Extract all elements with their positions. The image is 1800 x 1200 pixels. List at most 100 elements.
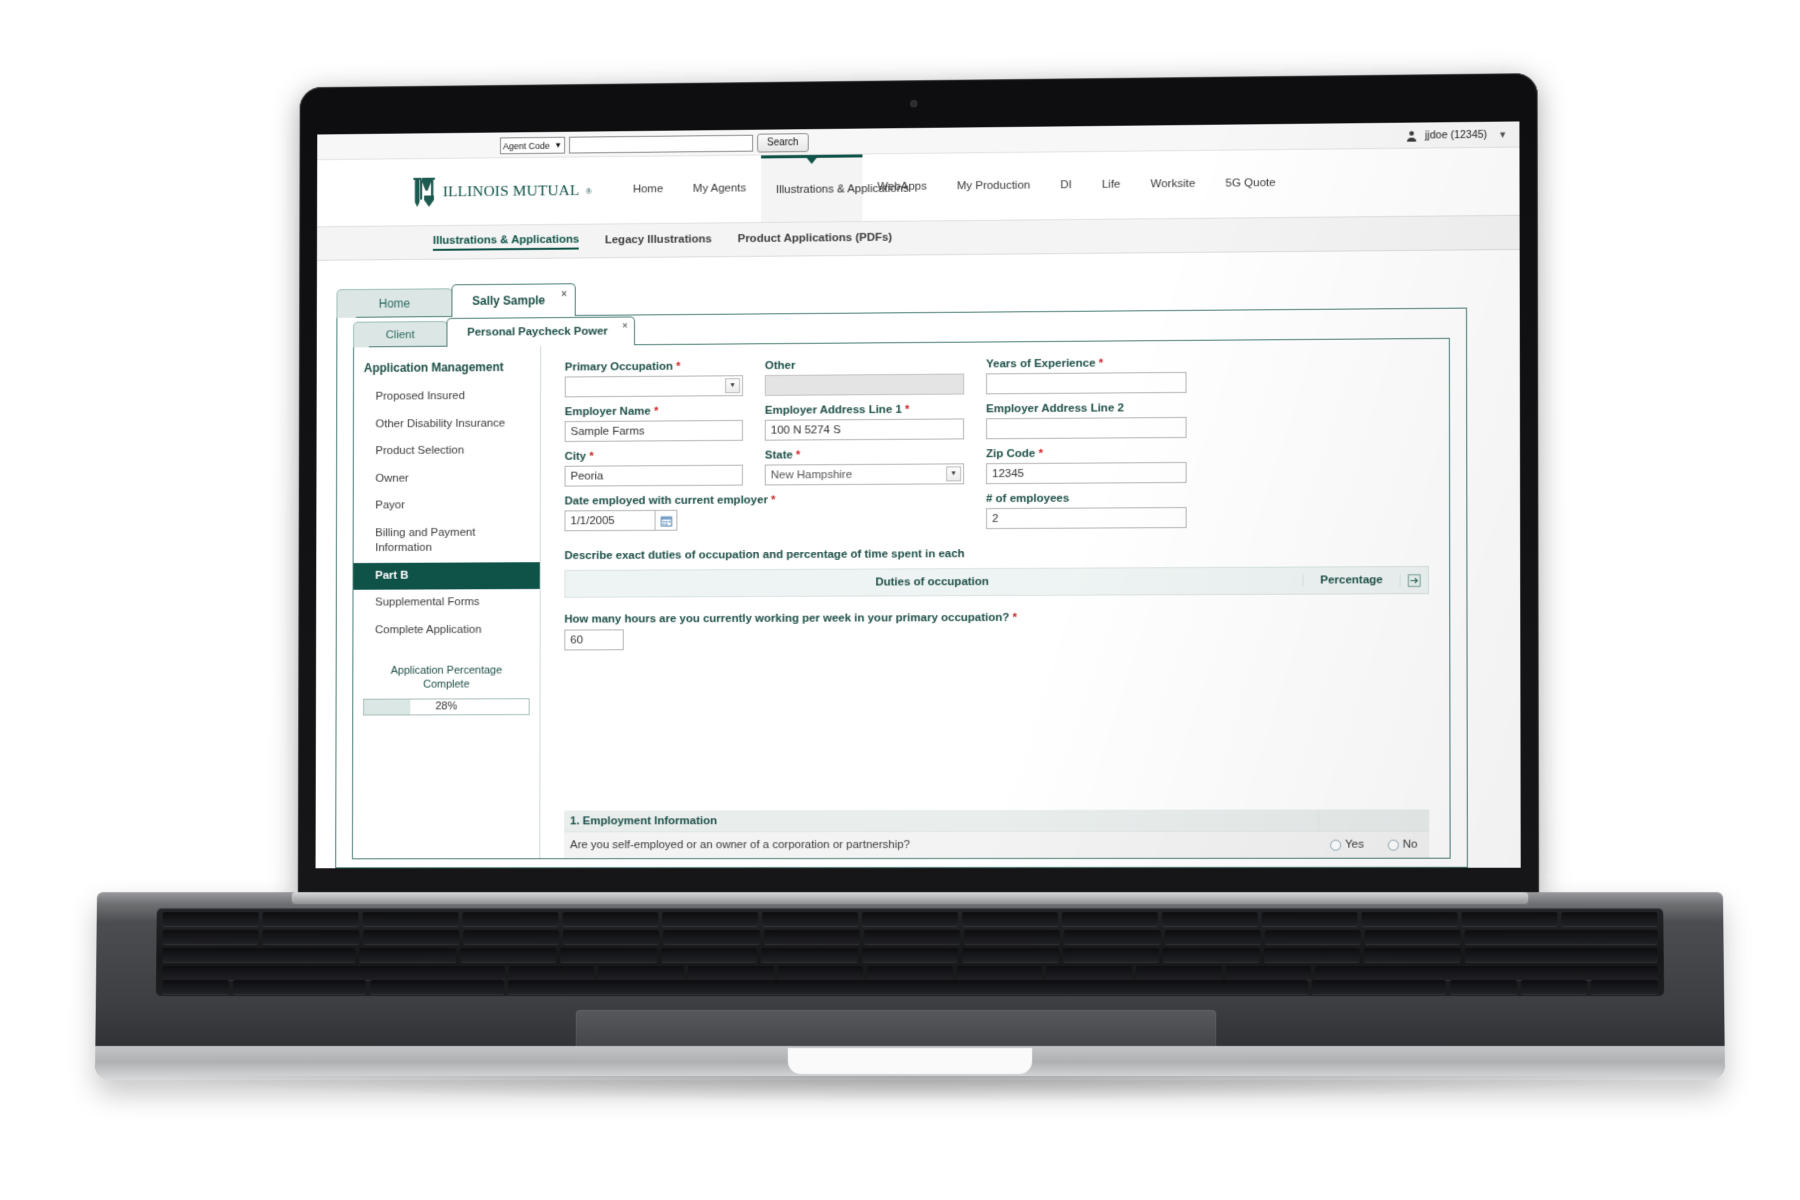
radio-button-icon[interactable] — [1329, 839, 1341, 851]
part-b-form: Primary Occupation * ▼ Other Years of Ex… — [540, 339, 1449, 859]
field-primary-occupation: Primary Occupation * ▼ — [564, 360, 743, 398]
nav-label: Life — [1101, 178, 1121, 192]
subnav-label: Product Applications (PDFs) — [737, 231, 893, 245]
years-of-experience-input[interactable] — [986, 371, 1187, 395]
radio-option-no[interactable]: No — [1387, 839, 1418, 851]
zip-code-input[interactable]: 12345 — [986, 461, 1187, 485]
form-row-2: Employer Name * Sample Farms Employer Ad… — [564, 400, 1429, 451]
user-name-label: jjdoe (12345) — [1425, 128, 1488, 142]
chevron-down-icon: ▼ — [1498, 129, 1508, 140]
field-label: Date employed with current employer * — [564, 494, 776, 508]
sidebar-item-supplemental-forms[interactable]: Supplemental Forms — [353, 589, 539, 617]
employer-address-line-1-input[interactable]: 100 N 5274 S — [764, 418, 965, 441]
nav-item-illustrations-applications[interactable]: Illustrations & Applications — [761, 154, 909, 223]
employer-address-1-value: 100 N 5274 S — [770, 423, 841, 437]
sidebar-item-other-disability-insurance[interactable]: Other Disability Insurance — [354, 410, 540, 438]
laptop-lid: Agent Code ▼ Search jjdoe (12345) ▼ ILLI… — [297, 73, 1540, 898]
nav-item-my-production[interactable]: My Production — [942, 153, 1045, 221]
sidebar-item-proposed-insured[interactable]: Proposed Insured — [354, 383, 540, 412]
sidebar-item-label: Proposed Insured — [375, 390, 465, 403]
radio-button-icon[interactable] — [1387, 839, 1399, 851]
laptop-keyboard — [155, 908, 1665, 996]
required-asterisk: * — [1038, 447, 1043, 460]
laptop-lid-notch — [787, 1048, 1033, 1075]
nav-item-my-agents[interactable]: My Agents — [678, 155, 761, 222]
progress-label-line2: Complete — [423, 679, 470, 692]
date-employed-input[interactable]: 1/1/2005 — [564, 509, 656, 532]
illinois-mutual-logo-icon — [413, 177, 435, 207]
sidebar-item-owner[interactable]: Owner — [354, 464, 540, 492]
sidebar-item-payor[interactable]: Payor — [354, 492, 540, 520]
user-account-menu[interactable]: jjdoe (12345) ▼ — [1399, 124, 1514, 147]
search-button[interactable]: Search — [757, 133, 809, 153]
tab-label: Home — [378, 296, 411, 311]
subnav-item-legacy-illustrations[interactable]: Legacy Illustrations — [605, 233, 712, 248]
form-row-4: Date employed with current employer * 1/… — [564, 491, 1428, 541]
subnav-item-product-applications-pdfs[interactable]: Product Applications (PDFs) — [738, 231, 893, 246]
required-asterisk: * — [676, 360, 681, 373]
laptop-hinge — [292, 892, 1528, 905]
field-num-employees: # of employees 2 — [986, 492, 1187, 530]
date-employed-value: 1/1/2005 — [570, 514, 615, 527]
tab-sally-sample[interactable]: Sally Sample × — [451, 283, 576, 317]
field-label: State * — [764, 449, 801, 462]
required-asterisk: * — [653, 405, 659, 418]
required-asterisk: * — [1098, 357, 1104, 370]
sidebar-item-complete-application[interactable]: Complete Application — [353, 616, 539, 644]
sidebar-item-product-selection[interactable]: Product Selection — [354, 437, 540, 465]
agent-code-select[interactable]: Agent Code ▼ — [499, 136, 566, 155]
subnav-item-illustrations-applications[interactable]: Illustrations & Applications — [432, 233, 580, 251]
field-city: City * Peoria — [564, 450, 743, 487]
add-row-icon — [1408, 574, 1421, 587]
brand-logo[interactable]: ILLINOIS MUTUAL ® — [411, 174, 592, 209]
nav-label: Worksite — [1150, 178, 1196, 191]
employment-question-label: Are you self-employed or an owner of a c… — [569, 839, 911, 852]
close-icon[interactable]: × — [622, 320, 627, 330]
city-input[interactable]: Peoria — [564, 464, 743, 487]
other-input[interactable] — [764, 373, 965, 396]
agent-search-group: Agent Code ▼ Search — [499, 133, 809, 155]
tab-personal-paycheck-power[interactable]: Personal Paycheck Power × — [446, 316, 635, 347]
progress-percentage-label: 28% — [435, 700, 458, 713]
state-value: New Hampshire — [770, 468, 853, 481]
nav-item-webapps[interactable]: WebApps — [862, 154, 941, 221]
sidebar-item-billing-and-payment-information[interactable]: Billing and Payment Information — [354, 519, 540, 563]
employer-name-input[interactable]: Sample Farms — [564, 419, 743, 442]
field-years-of-experience: Years of Experience * — [986, 357, 1187, 395]
hours-per-week-input[interactable]: 60 — [564, 629, 624, 651]
sidebar-item-part-b[interactable]: Part B — [353, 561, 540, 590]
primary-occupation-select[interactable]: ▼ — [564, 375, 743, 398]
tab-client[interactable]: Client — [353, 320, 448, 348]
chevron-down-icon[interactable]: ▼ — [725, 378, 741, 394]
chevron-down-icon[interactable]: ▼ — [946, 466, 962, 482]
search-input[interactable] — [569, 134, 754, 154]
calendar-picker-button[interactable] — [655, 509, 678, 531]
screenshot-stage: Agent Code ▼ Search jjdoe (12345) ▼ ILLI… — [0, 0, 1800, 1200]
sidebar-title: Application Management — [363, 360, 504, 376]
required-asterisk: * — [1012, 611, 1018, 624]
nav-item-life[interactable]: Life — [1087, 152, 1136, 219]
main-navigation: ILLINOIS MUTUAL ® Home My Agents Illustr… — [317, 147, 1520, 228]
level1-panel: Client Personal Paycheck Power × Applica… — [335, 308, 1468, 869]
hours-question-label: How many hours are you currently working… — [564, 611, 1018, 626]
employment-section-header-spacer — [1317, 809, 1430, 831]
form-row-3: City * Peoria State * New Hampshire ▼ Zi… — [564, 445, 1429, 495]
tab-home[interactable]: Home — [336, 288, 453, 318]
close-icon[interactable]: × — [561, 289, 567, 300]
nav-item-5g-quote[interactable]: 5G Quote — [1210, 150, 1290, 218]
radio-option-yes[interactable]: Yes — [1329, 839, 1364, 851]
sidebar-item-label: Owner — [375, 472, 409, 485]
nav-item-di[interactable]: DI — [1045, 152, 1087, 219]
nav-item-home[interactable]: Home — [618, 156, 678, 223]
field-label: Employer Address Line 2 — [986, 402, 1124, 416]
browser-page: Agent Code ▼ Search jjdoe (12345) ▼ ILLI… — [315, 121, 1521, 869]
state-select[interactable]: New Hampshire ▼ — [764, 463, 965, 486]
employer-address-line-2-input[interactable] — [986, 416, 1187, 440]
agent-code-select-label: Agent Code — [502, 140, 550, 151]
num-employees-input[interactable]: 2 — [986, 507, 1187, 530]
add-duty-row-button[interactable] — [1399, 573, 1428, 587]
sidebar-item-label: Complete Application — [375, 623, 482, 636]
nav-label: WebApps — [877, 180, 927, 194]
nav-item-worksite[interactable]: Worksite — [1135, 151, 1210, 219]
progress-label-line1: Application Percentage — [390, 664, 503, 677]
